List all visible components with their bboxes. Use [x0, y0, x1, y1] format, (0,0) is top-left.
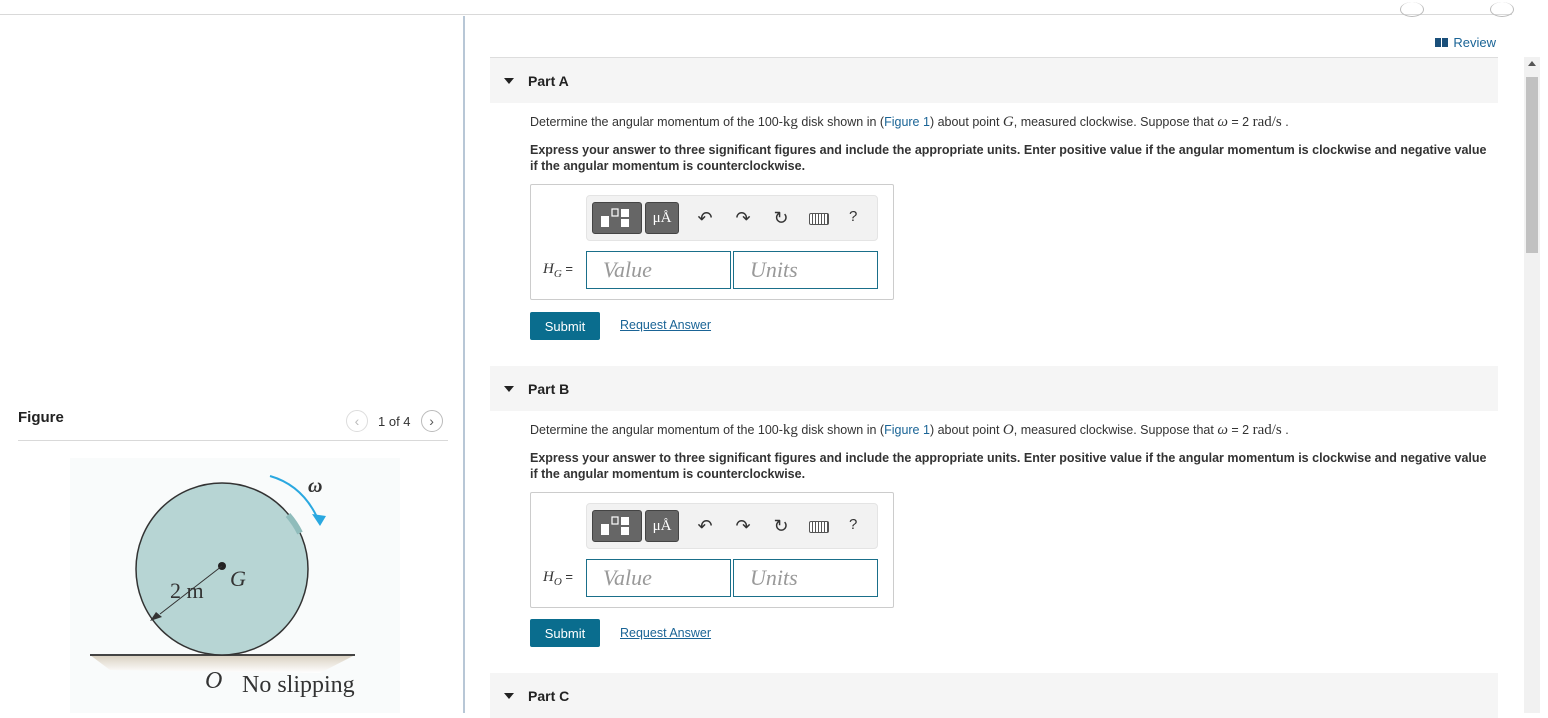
- contact-label: O: [205, 668, 222, 694]
- value-input[interactable]: [586, 251, 731, 289]
- chevron-right-icon: ›: [429, 413, 434, 429]
- part-a-answer-box: μÅ ↶ ↷ ↻ ? HG =: [530, 184, 894, 300]
- part-c-header[interactable]: Part C: [490, 673, 1498, 718]
- figure-link[interactable]: Figure 1: [884, 115, 930, 129]
- templates-icon: [601, 516, 629, 535]
- prev-figure-button[interactable]: ‹: [346, 410, 368, 432]
- review-link[interactable]: Review: [1435, 35, 1496, 50]
- templates-button[interactable]: [592, 202, 642, 234]
- redo-icon[interactable]: ↷: [733, 208, 753, 228]
- omega-label: ω: [308, 475, 322, 497]
- collapse-icon: [504, 385, 514, 392]
- review-label: Review: [1453, 35, 1496, 50]
- top-divider: [0, 2, 1514, 17]
- part-b-header[interactable]: Part B: [490, 366, 1498, 411]
- redo-icon[interactable]: ↷: [733, 516, 753, 536]
- reset-icon[interactable]: ↻: [771, 516, 791, 536]
- reset-icon[interactable]: ↻: [771, 208, 791, 228]
- units-input[interactable]: [733, 251, 878, 289]
- part-a-question: Determine the angular momentum of the 10…: [530, 114, 1289, 130]
- center-label: G: [230, 566, 246, 591]
- top-decoration: [1400, 2, 1424, 17]
- undo-icon[interactable]: ↶: [695, 516, 715, 536]
- part-b-instructions: Express your answer to three significant…: [530, 451, 1487, 481]
- scrollbar-thumb[interactable]: [1526, 77, 1538, 253]
- help-button[interactable]: ?: [849, 208, 857, 225]
- keyboard-icon[interactable]: [809, 213, 829, 225]
- figure-nav: ‹ 1 of 4 ›: [346, 410, 443, 432]
- part-a-header[interactable]: Part A: [490, 58, 1498, 103]
- symbols-label: μÅ: [652, 517, 672, 534]
- help-button[interactable]: ?: [849, 516, 857, 533]
- submit-button[interactable]: Submit: [530, 312, 600, 340]
- value-input[interactable]: [586, 559, 731, 597]
- part-b-answer-box: μÅ ↶ ↷ ↻ ? HO =: [530, 492, 894, 608]
- figure-title: Figure: [18, 409, 64, 426]
- scrollbar[interactable]: [1524, 57, 1540, 713]
- collapse-icon: [504, 77, 514, 84]
- radius-label: 2 m: [170, 578, 204, 603]
- panel-divider[interactable]: [463, 16, 465, 713]
- math-toolbar: μÅ ↶ ↷ ↻ ?: [586, 195, 878, 241]
- next-figure-button[interactable]: ›: [420, 410, 443, 432]
- math-toolbar: μÅ ↶ ↷ ↻ ?: [586, 503, 878, 549]
- templates-icon: [601, 208, 629, 227]
- symbols-button[interactable]: μÅ: [645, 202, 679, 234]
- figure-rule: [18, 440, 448, 441]
- book-icon: [1435, 38, 1449, 47]
- part-a-label: Part A: [528, 72, 569, 89]
- templates-button[interactable]: [592, 510, 642, 542]
- top-decoration: [1490, 2, 1514, 17]
- part-a-instructions: Express your answer to three significant…: [530, 143, 1487, 173]
- part-c-label: Part C: [528, 687, 570, 704]
- collapse-icon: [504, 692, 514, 699]
- ground-label: No slipping: [242, 672, 355, 698]
- submit-button[interactable]: Submit: [530, 619, 600, 647]
- units-input[interactable]: [733, 559, 878, 597]
- request-answer-link[interactable]: Request Answer: [620, 318, 711, 332]
- part-b-question: Determine the angular momentum of the 10…: [530, 422, 1289, 438]
- symbols-label: μÅ: [652, 209, 672, 226]
- part-b-variable-label: HO =: [543, 569, 574, 588]
- chevron-left-icon: ‹: [354, 413, 360, 429]
- request-answer-link[interactable]: Request Answer: [620, 626, 711, 640]
- figure-counter: 1 of 4: [378, 413, 411, 429]
- part-a-variable-label: HG =: [543, 261, 574, 280]
- symbols-button[interactable]: μÅ: [645, 510, 679, 542]
- keyboard-icon[interactable]: [809, 521, 829, 533]
- undo-icon[interactable]: ↶: [695, 208, 715, 228]
- scroll-up-icon[interactable]: [1528, 61, 1536, 66]
- figure-link[interactable]: Figure 1: [884, 423, 930, 437]
- part-b-label: Part B: [528, 380, 570, 397]
- figure-image: ω G 2 m O No slipping: [70, 458, 400, 713]
